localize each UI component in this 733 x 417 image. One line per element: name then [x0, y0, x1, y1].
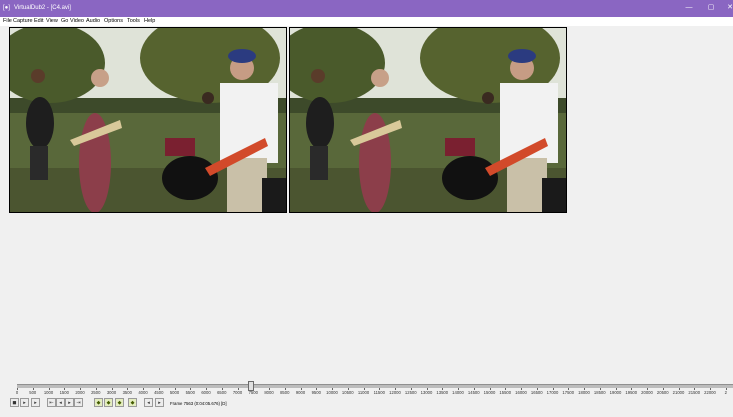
menu-file[interactable]: File — [3, 18, 12, 25]
video-frame-output — [290, 28, 566, 212]
timeline-tick-label: 12500 — [404, 390, 417, 395]
timeline-tick-label: 6000 — [201, 390, 211, 395]
timeline-tick-label: 15500 — [499, 390, 512, 395]
timeline-tick-label: 17000 — [546, 390, 559, 395]
timeline-tick-label: 21500 — [688, 390, 701, 395]
menu-edit[interactable]: Edit — [34, 18, 43, 25]
timeline-tick-label: 10000 — [326, 390, 338, 395]
timeline-tick-label: 14500 — [467, 390, 480, 395]
timeline-tick-label: 13000 — [420, 390, 433, 395]
timeline-slider[interactable]: 0 500 1000 1500 2000 2500 3000 3500 4000 4500 5000… — [0, 380, 733, 400]
timeline-track[interactable] — [17, 384, 733, 388]
timeline-tick-label: 11000 — [357, 390, 370, 395]
menu-audio[interactable]: Audio — [86, 18, 100, 25]
timeline-tick-label: 19500 — [625, 390, 638, 395]
timeline-tick-label: 16500 — [530, 390, 543, 395]
play-output-icon[interactable]: ▸ — [31, 398, 40, 407]
timeline-tick-label: 1000 — [43, 390, 54, 395]
timeline-tick-label: 2 — [724, 390, 727, 395]
timeline-tick-label: 7000 — [232, 390, 243, 395]
timeline-tick-label: 11500 — [373, 390, 385, 395]
menu-options[interactable]: Options — [104, 18, 123, 25]
input-video-pane — [9, 27, 287, 213]
timeline-tick-label: 20000 — [641, 390, 653, 395]
end-icon[interactable]: ⇥ — [74, 398, 83, 407]
prev-key-icon[interactable]: ◆ — [94, 398, 103, 407]
timeline-tick-label: 2000 — [75, 390, 85, 395]
timeline-tick-label: 19000 — [609, 390, 622, 395]
virtualdub-icon: [●] — [3, 5, 10, 11]
scene-fwd-icon[interactable]: ◆ — [128, 398, 137, 407]
timeline-tick-label: 6500 — [217, 390, 227, 395]
minimize-button[interactable]: — — [682, 3, 696, 13]
start-icon[interactable]: ⇤ — [47, 398, 56, 407]
maximize-button[interactable]: ▢ — [704, 3, 718, 13]
timeline-tick-label: 8000 — [264, 390, 274, 395]
frame-status: Frame 7563 (0:04:05.676) [D] — [170, 401, 227, 406]
output-video-pane — [289, 27, 567, 213]
close-button[interactable]: ✕ — [723, 3, 733, 13]
next-frame-icon[interactable]: ▸ — [65, 398, 74, 407]
timeline-tick-label: 4000 — [138, 390, 148, 395]
timeline-tick-label: 2500 — [91, 390, 101, 395]
mark-out-icon[interactable]: ▸ — [155, 398, 164, 407]
timeline-tick-label: 10500 — [341, 390, 354, 395]
menu-go[interactable]: Go — [61, 18, 68, 25]
timeline-tick-label: 0 — [15, 390, 19, 395]
timeline-tick-label: 9500 — [311, 390, 321, 395]
timeline-tick-label: 4500 — [154, 390, 164, 395]
menu-help[interactable]: Help — [144, 18, 155, 25]
timeline-tick-label: 13500 — [436, 390, 449, 395]
menu-capture[interactable]: Capture — [13, 18, 33, 25]
menu-tools[interactable]: Tools — [127, 18, 140, 25]
timeline-tick-label: 7500 — [248, 390, 258, 395]
timeline-tick-label: 9000 — [295, 390, 306, 395]
timeline-tick-label: 21000 — [672, 390, 685, 395]
next-key-icon[interactable]: ◆ — [104, 398, 113, 407]
timeline-tick-label: 22000 — [704, 390, 716, 395]
timeline-tick-label: 500 — [29, 390, 37, 395]
mark-in-icon[interactable]: ◂ — [144, 398, 153, 407]
timeline-tick-label: 5500 — [185, 390, 195, 395]
timeline-tick-label: 20500 — [656, 390, 669, 395]
timeline-tick-label: 5000 — [169, 390, 180, 395]
playback-toolbar: ◼ ▸ ▸ ⇤ ◂ ▸ ⇥ ◆ ◆ ◆ ◆ ◂ ▸ — [0, 398, 733, 410]
menu-video[interactable]: Video — [70, 18, 84, 25]
window-title: VirtualDub2 - [C4.avi] — [14, 5, 71, 11]
timeline-tick-label: 17500 — [562, 390, 575, 395]
timeline-tick-label: 14000 — [452, 390, 464, 395]
timeline-tick-label: 18500 — [593, 390, 606, 395]
timeline-tick-label: 1500 — [59, 390, 69, 395]
menu-view[interactable]: View — [46, 18, 58, 25]
timeline-tick-label: 16000 — [515, 390, 527, 395]
timeline-tick-label: 15000 — [483, 390, 496, 395]
menu-bar: File Capture Edit View Go Video Audio Op… — [0, 17, 733, 26]
stop-icon[interactable]: ◼ — [10, 398, 19, 407]
timeline-tick-label: 12000 — [389, 390, 401, 395]
video-frame-input — [10, 28, 286, 212]
timeline-tick-label: 18000 — [578, 390, 590, 395]
timeline-tick-label: 3000 — [106, 390, 117, 395]
prev-frame-icon[interactable]: ◂ — [56, 398, 65, 407]
scene-back-icon[interactable]: ◆ — [115, 398, 124, 407]
timeline-tick-label: 3500 — [122, 390, 132, 395]
timeline-tick-label: 8500 — [280, 390, 290, 395]
play-input-icon[interactable]: ▸ — [20, 398, 29, 407]
title-bar: [●] VirtualDub2 - [C4.avi] — ▢ ✕ — [0, 0, 733, 17]
